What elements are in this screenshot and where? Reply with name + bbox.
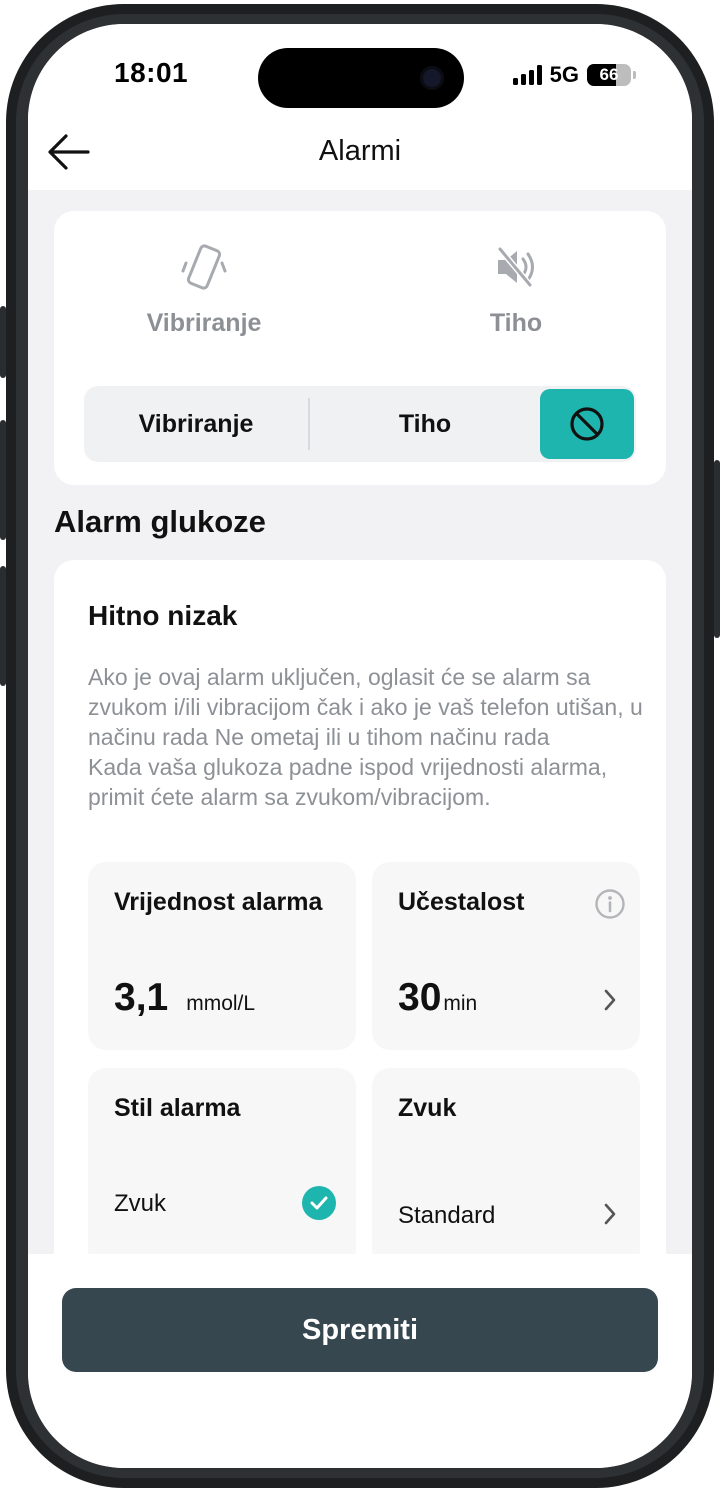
frequency-tile[interactable]: Učestalost 30 min bbox=[372, 862, 640, 1050]
check-icon[interactable] bbox=[302, 1186, 336, 1220]
glucose-alarm-card: Hitno nizak Ako je ovaj alarm uključen, … bbox=[54, 560, 666, 1320]
battery-icon: 66 bbox=[587, 64, 631, 86]
alarm-value-number: 3,1 bbox=[114, 976, 169, 1019]
dynamic-island bbox=[258, 48, 464, 108]
tile-title: Vrijednost alarma bbox=[114, 888, 323, 916]
side-button bbox=[714, 460, 720, 638]
phone-screen: 18:01 5G 66 Alarmi Vibriranje Tiho Vibri… bbox=[28, 24, 692, 1468]
sound-mode-card: Vibriranje Tiho Vibriranje Tiho bbox=[54, 211, 666, 485]
mode-option-vibrate: Vibriranje bbox=[54, 241, 354, 338]
info-icon[interactable] bbox=[594, 888, 626, 920]
top-bar: 18:01 5G 66 Alarmi bbox=[28, 24, 692, 190]
alarm-style-option[interactable]: Zvuk bbox=[114, 1190, 166, 1218]
side-button bbox=[0, 420, 6, 540]
sound-tile[interactable]: Zvuk Standard bbox=[372, 1068, 640, 1268]
status-time: 18:01 bbox=[114, 57, 189, 88]
chevron-right-icon bbox=[604, 1203, 616, 1225]
mode-option-silent: Tiho bbox=[366, 241, 666, 338]
frequency-value: 30 min bbox=[398, 976, 477, 1020]
signal-icon bbox=[512, 65, 542, 85]
alarm-description: Ako je ovaj alarm uključen, oglasit će s… bbox=[88, 662, 648, 812]
sound-mode-segmented-control: Vibriranje Tiho bbox=[84, 386, 636, 462]
camera-icon bbox=[420, 66, 444, 90]
do-not-disturb-icon bbox=[570, 407, 604, 441]
sound-value: Standard bbox=[398, 1202, 496, 1229]
tile-title: Učestalost bbox=[398, 888, 525, 916]
mode-label-vibrate: Vibriranje bbox=[146, 309, 262, 337]
vibrate-phone-icon bbox=[181, 244, 227, 290]
mode-label-silent: Tiho bbox=[489, 309, 543, 337]
side-button bbox=[0, 306, 6, 378]
section-title: Alarm glukoze bbox=[54, 504, 266, 539]
frequency-number: 30 bbox=[398, 976, 442, 1019]
save-button[interactable]: Spremiti bbox=[62, 1288, 658, 1372]
status-indicators: 5G 66 bbox=[512, 62, 636, 88]
page-title: Alarmi bbox=[318, 135, 402, 167]
alarm-value-unit: mmol/L bbox=[186, 992, 256, 1015]
side-button bbox=[0, 566, 6, 686]
alarm-style-tile: Stil alarma Zvuk bbox=[88, 1068, 356, 1268]
segment-silent[interactable]: Tiho bbox=[310, 386, 540, 462]
segment-vibrate[interactable]: Vibriranje bbox=[84, 386, 308, 462]
alarm-description-line: Kada vaša glukoza padne ispod vrijednost… bbox=[88, 754, 608, 810]
battery-level: 66 bbox=[599, 65, 619, 84]
chevron-right-icon bbox=[604, 989, 616, 1011]
alarm-value-tile[interactable]: Vrijednost alarma 3,1 mmol/L bbox=[88, 862, 356, 1050]
alarm-title: Hitno nizak bbox=[88, 600, 238, 631]
segment-do-not-disturb[interactable] bbox=[540, 389, 634, 459]
tile-title: Zvuk bbox=[398, 1094, 457, 1122]
network-label: 5G bbox=[549, 62, 579, 87]
battery-tip bbox=[633, 71, 636, 79]
alarm-description-line: Ako je ovaj alarm uključen, oglasit će s… bbox=[88, 664, 643, 750]
tile-title: Stil alarma bbox=[114, 1094, 241, 1122]
frequency-unit: min bbox=[443, 992, 478, 1015]
alarm-value: 3,1 mmol/L bbox=[114, 976, 255, 1020]
bottom-panel: Spremiti bbox=[28, 1254, 692, 1468]
speaker-muted-icon bbox=[497, 246, 534, 288]
